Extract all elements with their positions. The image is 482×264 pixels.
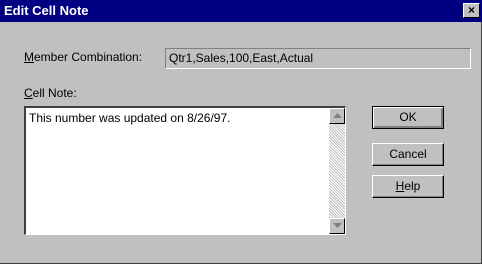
- member-combination-value: Qtr1,Sales,100,East,Actual: [169, 51, 314, 65]
- edit-cell-note-dialog: Edit Cell Note × Member Combination: Qtr…: [0, 0, 482, 264]
- help-button-label-rest: elp: [404, 179, 421, 193]
- scroll-up-arrow-icon: [333, 113, 342, 118]
- cell-note-text: This number was updated on 8/26/97.: [29, 111, 231, 125]
- close-icon: ×: [467, 3, 475, 17]
- cell-note-scrollbar[interactable]: [329, 108, 345, 234]
- title-bar[interactable]: Edit Cell Note ×: [0, 0, 482, 22]
- cell-note-label-mnemonic: C: [24, 86, 33, 100]
- ok-button-label: OK: [399, 110, 417, 124]
- cell-note-label-rest: ell Note:: [32, 86, 77, 100]
- cancel-button[interactable]: Cancel: [372, 143, 444, 166]
- member-label-rest: ember Combination:: [34, 50, 143, 64]
- close-button[interactable]: ×: [463, 3, 480, 18]
- scroll-down-arrow-icon: [333, 223, 342, 228]
- scroll-down-button[interactable]: [329, 218, 345, 234]
- cell-note-textarea[interactable]: This number was updated on 8/26/97.: [24, 106, 346, 235]
- member-combination-label: Member Combination:: [24, 50, 142, 64]
- cancel-button-label: Cancel: [389, 147, 427, 161]
- help-button[interactable]: Help: [372, 175, 444, 198]
- scroll-up-button[interactable]: [329, 108, 345, 124]
- member-label-mnemonic: M: [24, 50, 34, 64]
- member-combination-field: Qtr1,Sales,100,East,Actual: [165, 48, 471, 69]
- dialog-title: Edit Cell Note: [4, 3, 89, 18]
- ok-button[interactable]: OK: [372, 106, 444, 129]
- cell-note-label: Cell Note:: [24, 86, 77, 100]
